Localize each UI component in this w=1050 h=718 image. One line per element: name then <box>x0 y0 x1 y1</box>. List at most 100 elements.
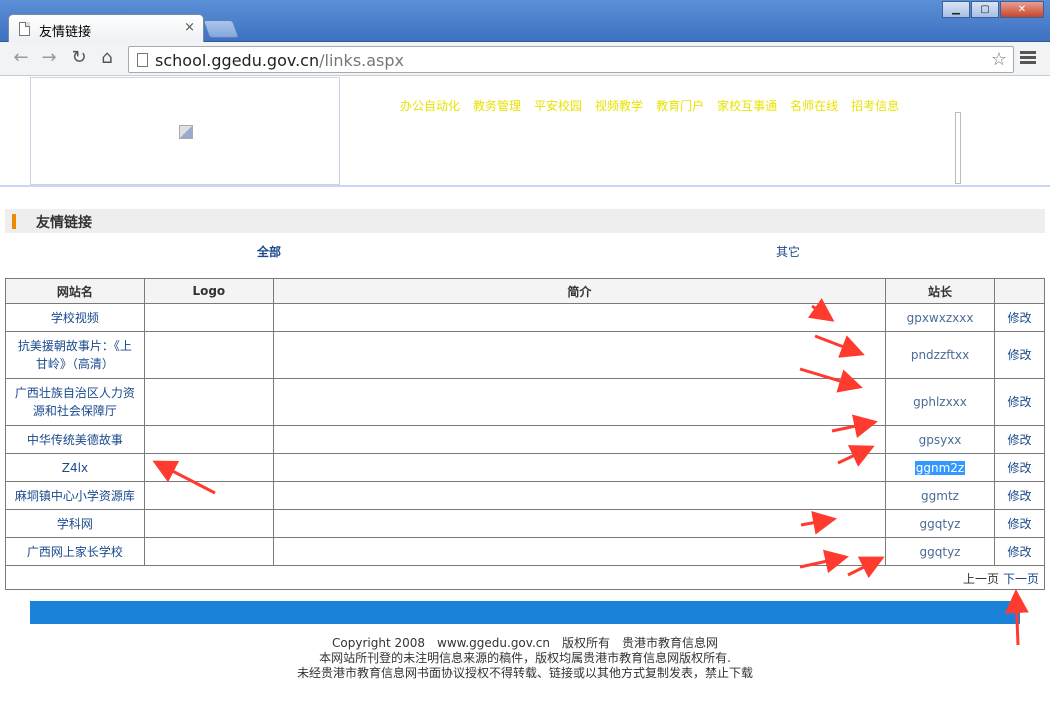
address-bar[interactable]: school.ggedu.gov.cn/links.aspx ☆ <box>128 46 1014 73</box>
next-page-link[interactable]: 下一页 <box>1003 570 1039 587</box>
site-name-link[interactable]: 学校视频 <box>5 303 145 332</box>
divider <box>0 185 1050 187</box>
admin-cell: gpsyxx <box>885 425 995 454</box>
url-domain: school.ggedu.gov.cn <box>155 51 320 70</box>
close-window-button[interactable]: ✕ <box>1000 1 1044 18</box>
edit-link[interactable]: 修改 <box>993 425 1046 454</box>
selected-text: ggnm2z <box>914 460 966 475</box>
table-row: 抗美援朝故事片：《上甘岭》（高清） pndzzftxx 修改 <box>5 331 1046 379</box>
edit-link[interactable]: 修改 <box>993 481 1046 510</box>
col-header-actions <box>993 278 1046 304</box>
intro-cell <box>272 453 887 482</box>
table-row: 麻垌镇中心小学资源库 ggmtz 修改 <box>5 481 1046 510</box>
site-name-link[interactable]: Z4lx <box>5 453 145 482</box>
site-name-link[interactable]: 广西网上家长学校 <box>5 537 145 566</box>
table-row: 广西网上家长学校 ggqtyz 修改 <box>5 537 1046 566</box>
logo-cell <box>143 425 274 454</box>
nav-link-teachers[interactable]: 名师在线 <box>790 97 838 114</box>
back-arrow-icon[interactable]: ← <box>10 48 32 70</box>
logo-cell <box>143 331 274 379</box>
edit-link[interactable]: 修改 <box>993 303 1046 332</box>
admin-cell: ggnm2z <box>885 453 995 482</box>
scrollbar[interactable] <box>955 112 961 184</box>
intro-cell <box>272 537 887 566</box>
site-name-link[interactable]: 中华传统美德故事 <box>5 425 145 454</box>
page-icon <box>137 53 148 67</box>
filter-other-link[interactable]: 其它 <box>776 243 800 260</box>
edit-link[interactable]: 修改 <box>993 509 1046 538</box>
edit-link[interactable]: 修改 <box>993 537 1046 566</box>
footer-notice: 本网站所刊登的未注明信息来源的稿件，版权均属贵港市教育信息网版权所有. <box>319 651 731 665</box>
site-logo-box <box>30 77 340 185</box>
prev-page-link[interactable]: 上一页 <box>963 570 999 587</box>
edit-link[interactable]: 修改 <box>993 331 1046 379</box>
maximize-button[interactable]: ▢ <box>971 1 999 18</box>
site-name-link[interactable]: 抗美援朝故事片：《上甘岭》（高清） <box>5 331 145 379</box>
logo-cell <box>143 453 274 482</box>
tab-close-icon[interactable]: × <box>184 20 195 35</box>
nav-link-video[interactable]: 视频教学 <box>595 97 643 114</box>
nav-link-oa[interactable]: 办公自动化 <box>400 97 460 114</box>
intro-cell <box>272 303 887 332</box>
admin-cell: ggqtyz <box>885 509 995 538</box>
menu-icon[interactable] <box>1020 51 1036 66</box>
logo-cell <box>143 509 274 538</box>
page-content: 办公自动化 教务管理 平安校园 视频教学 教育门户 家校互事通 名师在线 招考信… <box>0 77 1050 718</box>
logo-cell <box>143 481 274 510</box>
reload-icon[interactable]: ↻ <box>68 48 90 70</box>
table-row: 中华传统美德故事 gpsyxx 修改 <box>5 425 1046 454</box>
url-path: /links.aspx <box>319 51 404 70</box>
nav-link-exams[interactable]: 招考信息 <box>851 97 899 114</box>
edit-link[interactable]: 修改 <box>993 378 1046 426</box>
table-row: 学科网 ggqtyz 修改 <box>5 509 1046 538</box>
links-table: 网站名 Logo 简介 站长 学校视频 gpxwxzxxx 修改 抗美援朝故事片… <box>5 278 1046 566</box>
broken-image-icon <box>179 125 193 139</box>
intro-cell <box>272 481 887 510</box>
bookmark-star-icon[interactable]: ☆ <box>991 49 1007 70</box>
admin-cell: ggqtyz <box>885 537 995 566</box>
window-controls: ▁ ▢ ✕ <box>941 1 1044 18</box>
forward-arrow-icon[interactable]: → <box>38 48 60 70</box>
intro-cell <box>272 331 887 379</box>
section-header: 友情链接 <box>5 209 1045 233</box>
browser-tab[interactable]: 友情链接 × <box>8 14 204 42</box>
pagination: 上一页 下一页 <box>5 565 1045 590</box>
section-marker <box>12 214 16 229</box>
footer-copyright: Copyright 2008 www.ggedu.gov.cn 版权所有 贵港市… <box>332 636 718 650</box>
logo-cell <box>143 378 274 426</box>
tab-title: 友情链接 <box>39 25 92 40</box>
section-title: 友情链接 <box>36 215 92 231</box>
intro-cell <box>272 378 887 426</box>
minimize-button[interactable]: ▁ <box>942 1 970 18</box>
filter-all-link[interactable]: 全部 <box>257 243 281 260</box>
col-header-admin: 站长 <box>885 278 995 304</box>
admin-cell: gphlzxxx <box>885 378 995 426</box>
nav-link-academic[interactable]: 教务管理 <box>473 97 521 114</box>
site-name-link[interactable]: 麻垌镇中心小学资源库 <box>5 481 145 510</box>
logo-cell <box>143 537 274 566</box>
footer: Copyright 2008 www.ggedu.gov.cn 版权所有 贵港市… <box>0 636 1050 681</box>
intro-cell <box>272 425 887 454</box>
nav-link-home-school[interactable]: 家校互事通 <box>717 97 777 114</box>
nav-link-portal[interactable]: 教育门户 <box>656 97 704 114</box>
table-row: 广西壮族自治区人力资源和社会保障厅 gphlzxxx 修改 <box>5 378 1046 426</box>
footer-bar <box>30 601 1020 624</box>
admin-cell: gpxwxzxxx <box>885 303 995 332</box>
admin-cell: pndzzftxx <box>885 331 995 379</box>
site-name-link[interactable]: 学科网 <box>5 509 145 538</box>
edit-link[interactable]: 修改 <box>993 453 1046 482</box>
browser-toolbar: ← → ↻ ⌂ school.ggedu.gov.cn/links.aspx ☆ <box>0 42 1050 76</box>
top-nav: 办公自动化 教务管理 平安校园 视频教学 教育门户 家校互事通 名师在线 招考信… <box>400 97 912 114</box>
new-tab-button[interactable] <box>202 20 240 38</box>
table-row: Z4lx ggnm2z 修改 <box>5 453 1046 482</box>
site-name-link[interactable]: 广西壮族自治区人力资源和社会保障厅 <box>5 378 145 426</box>
admin-cell: ggmtz <box>885 481 995 510</box>
nav-link-safe-campus[interactable]: 平安校园 <box>534 97 582 114</box>
col-header-logo: Logo <box>143 278 274 304</box>
browser-titlebar: 友情链接 × ▁ ▢ ✕ <box>0 0 1050 42</box>
home-icon[interactable]: ⌂ <box>96 48 118 70</box>
footer-disclaimer: 未经贵港市教育信息网书面协议授权不得转载、链接或以其他方式复制发表，禁止下载 <box>296 666 753 680</box>
col-header-intro: 简介 <box>272 278 887 304</box>
page-icon <box>19 22 30 36</box>
col-header-name: 网站名 <box>5 278 145 304</box>
